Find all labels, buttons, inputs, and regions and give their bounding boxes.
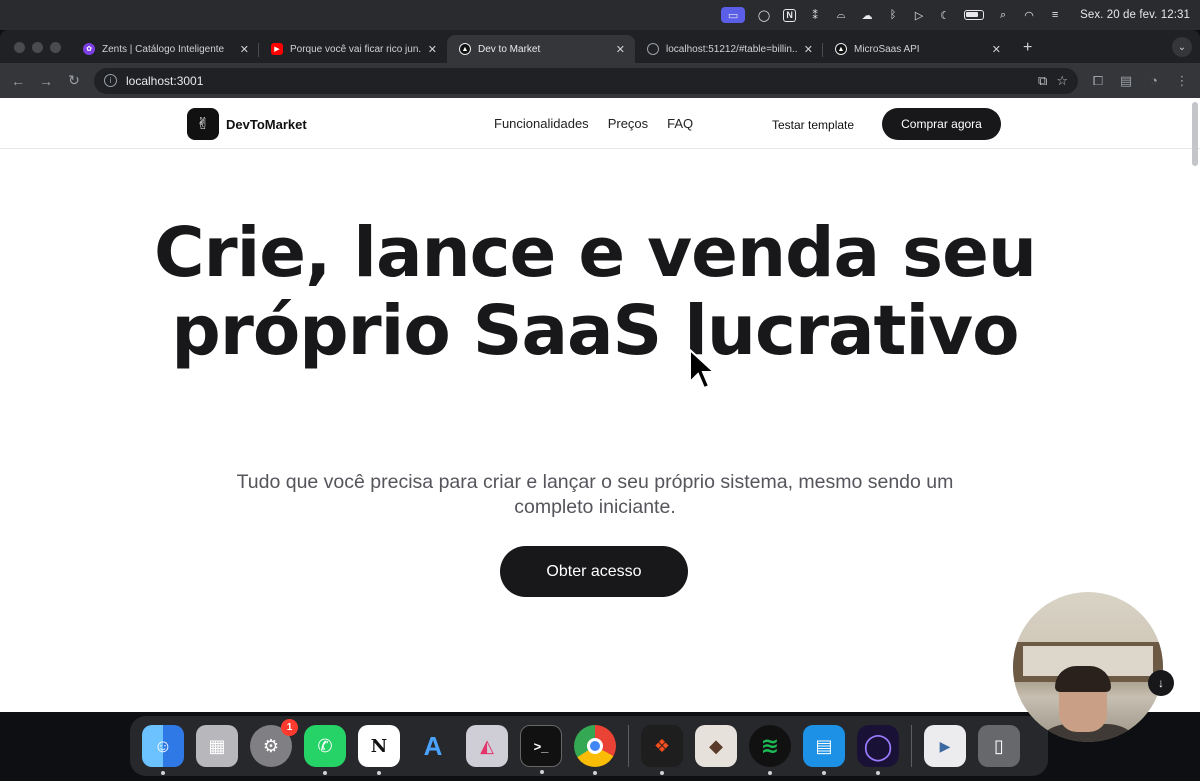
close-window-button[interactable] (14, 42, 25, 53)
macos-dock: ☺ ▦ ⚙ 1 ✆ N A ◭ >_ ❖ ◆ ≋ ▤ ◯ ▶ ▯ (130, 716, 1048, 776)
address-bar[interactable]: i localhost:3001 ⧉ ☆ (94, 67, 1078, 94)
close-tab-icon[interactable]: ✕ (240, 43, 249, 56)
tab-title: MicroSaas API (854, 43, 920, 55)
mp4-file-icon[interactable]: ▶ (924, 725, 966, 767)
back-arrow-icon[interactable]: ← (10, 73, 26, 89)
launchpad-icon[interactable]: ▦ (196, 725, 238, 767)
scroll-down-arrow-icon[interactable]: ↓ (1148, 670, 1174, 696)
get-access-button[interactable]: Obter acesso (500, 546, 688, 597)
window-controls (14, 42, 61, 53)
airpods-icon[interactable]: ⌓ (834, 8, 848, 22)
site-header: ✌ DevToMarket Funcionalidades Preços FAQ… (0, 98, 1200, 149)
status-tray: ▭ ◯ N ⁑ ⌓ ☁ ᛒ ▷ ☾ ⌕ ◠ ≡ Sex. 20 de fev. … (721, 7, 1190, 23)
browser-toolbar: ← → ↻ i localhost:3001 ⧉ ☆ ⧠ ▤ ◔ ⋮ (0, 63, 1200, 98)
docker-icon[interactable]: ▤ (803, 725, 845, 775)
bookmark-star-icon[interactable]: ☆ (1056, 73, 1068, 89)
brand[interactable]: ✌ DevToMarket (187, 108, 307, 140)
bluetooth-icon[interactable]: ᛒ (886, 8, 900, 22)
extensions-puzzle-icon[interactable]: ⧠ (1090, 73, 1106, 89)
browser-tab[interactable]: ✿ Zents | Catálogo Inteligente ✕ (71, 35, 259, 63)
hero-title: Crie, lance e venda seu próprio SaaS luc… (153, 213, 1037, 371)
sequel-ace-icon[interactable]: ◆ (695, 725, 737, 767)
buy-now-button[interactable]: Comprar agora (882, 108, 1001, 140)
tab-title: Porque você vai ficar rico jun... (290, 43, 421, 55)
reading-list-icon[interactable]: ▤ (1118, 73, 1134, 89)
brand-name: DevToMarket (226, 116, 307, 132)
control-center-icon[interactable]: ≡ (1048, 8, 1062, 22)
affinity-icon[interactable]: ◭ (466, 725, 508, 767)
terminal-icon[interactable]: >_ (520, 725, 562, 774)
screen-recorder-icon[interactable]: ◯ (857, 725, 899, 775)
browser-tab-active[interactable]: ▲ Dev to Market ✕ (447, 35, 635, 63)
whatsapp-icon[interactable]: ✆ (304, 725, 346, 775)
hero-subtitle: Tudo que você precisa para criar e lança… (236, 471, 954, 518)
figma-menubar-icon[interactable]: ⁑ (808, 8, 822, 22)
browser-tab[interactable]: ▲ MicroSaas API ✕ (823, 35, 1011, 63)
wifi-icon[interactable]: ◠ (1022, 8, 1036, 22)
circle-app-icon[interactable]: ◯ (757, 8, 771, 22)
triangle-icon: ▲ (459, 43, 471, 55)
play-icon[interactable]: ▷ (912, 8, 926, 22)
notion-icon[interactable]: N (358, 725, 400, 775)
figma-icon[interactable]: ❖ (641, 725, 683, 775)
tab-strip: ✿ Zents | Catálogo Inteligente ✕ ▶ Porqu… (0, 30, 1200, 63)
forward-arrow-icon[interactable]: → (38, 73, 54, 89)
new-tab-plus-icon[interactable]: + (1023, 39, 1032, 57)
macos-menubar: ▭ ◯ N ⁑ ⌓ ☁ ᛒ ▷ ☾ ⌕ ◠ ≡ Sex. 20 de fev. … (0, 0, 1200, 30)
site-nav: Funcionalidades Preços FAQ (494, 116, 693, 131)
system-settings-icon[interactable]: ⚙ 1 (250, 719, 298, 767)
profile-icon[interactable]: ◔ (1146, 73, 1162, 88)
tab-title: Zents | Catálogo Inteligente (102, 43, 225, 55)
screen-mirroring-icon[interactable]: ▭ (721, 7, 746, 23)
search-icon[interactable]: ⌕ (996, 8, 1010, 22)
tab-title: Dev to Market (478, 43, 541, 55)
close-tab-icon[interactable]: ✕ (428, 43, 437, 56)
triangle-icon: ▲ (835, 43, 847, 55)
arc-icon[interactable]: A (412, 725, 454, 767)
browser-tab[interactable]: ▶ Porque você vai ficar rico jun... ✕ (259, 35, 447, 63)
globe-icon (647, 43, 659, 55)
page-scrollbar[interactable] (1192, 102, 1198, 166)
nav-link-funcionalidades[interactable]: Funcionalidades (494, 116, 589, 131)
weather-icon[interactable]: ☁ (860, 8, 874, 22)
browser-window: ✿ Zents | Catálogo Inteligente ✕ ▶ Porqu… (0, 30, 1200, 712)
zoom-window-button[interactable] (50, 42, 61, 53)
dock-separator (911, 725, 912, 767)
menubar-clock[interactable]: Sex. 20 de fev. 12:31 (1080, 9, 1190, 21)
chrome-icon[interactable] (574, 725, 616, 775)
url-text[interactable]: localhost:3001 (126, 74, 203, 88)
moon-icon[interactable]: ☾ (938, 8, 952, 22)
site-info-icon[interactable]: i (104, 74, 117, 87)
spotify-icon[interactable]: ≋ (749, 725, 791, 775)
test-template-button[interactable]: Testar template (760, 109, 866, 140)
notification-badge: 1 (281, 719, 298, 736)
mouse-cursor-icon (689, 348, 716, 390)
battery-icon[interactable] (964, 10, 985, 20)
tab-title: localhost:51212/#table=billin... (666, 43, 797, 55)
rock-hand-logo-icon: ✌ (187, 108, 219, 140)
reload-icon[interactable]: ↻ (66, 72, 82, 89)
translate-icon[interactable]: ⧉ (1038, 73, 1047, 89)
nav-link-precos[interactable]: Preços (608, 116, 648, 131)
browser-tab[interactable]: localhost:51212/#table=billin... ✕ (635, 35, 823, 63)
close-tab-icon[interactable]: ✕ (804, 43, 813, 56)
minimize-window-button[interactable] (32, 42, 43, 53)
notion-menubar-icon[interactable]: N (783, 8, 797, 22)
close-tab-icon[interactable]: ✕ (616, 43, 625, 56)
nav-link-faq[interactable]: FAQ (667, 116, 693, 131)
finder-icon[interactable]: ☺ (142, 725, 184, 775)
tab-search-chevron-icon[interactable]: ⌄ (1172, 37, 1192, 57)
youtube-icon: ▶ (271, 43, 283, 55)
page-viewport: ✌ DevToMarket Funcionalidades Preços FAQ… (0, 98, 1200, 712)
dock-separator (628, 725, 629, 767)
menu-dots-icon[interactable]: ⋮ (1174, 73, 1190, 89)
trash-icon[interactable]: ▯ (978, 725, 1020, 767)
close-tab-icon[interactable]: ✕ (992, 43, 1001, 56)
zents-icon: ✿ (83, 43, 95, 55)
webcam-overlay (1013, 592, 1163, 742)
